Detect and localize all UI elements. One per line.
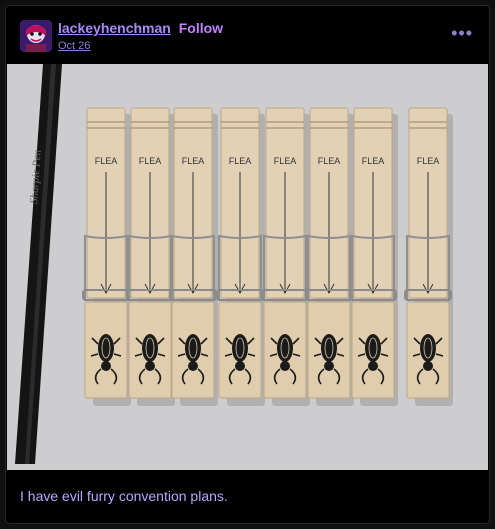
clothespin: FLEA <box>404 107 453 406</box>
avatar[interactable] <box>20 20 52 52</box>
clothespin: FLEA <box>169 107 218 406</box>
clip-label: FLEA <box>95 156 118 166</box>
clip-label: FLEA <box>274 156 297 166</box>
clip-label: FLEA <box>362 156 385 166</box>
post-date-link[interactable]: Oct 26 <box>58 40 90 52</box>
clothespin: FLEA <box>126 107 175 406</box>
clothespin: FLEA <box>349 107 398 406</box>
clip-label: FLEA <box>229 156 252 166</box>
clip-label: FLEA <box>417 156 440 166</box>
post-card: lackeyhenchman Follow Oct 26 ••• Sharpie… <box>5 5 490 524</box>
ellipsis-icon[interactable]: ••• <box>451 24 473 42</box>
post-header: lackeyhenchman Follow Oct 26 ••• <box>6 6 489 64</box>
clothespin: FLEA <box>261 107 310 406</box>
user-line: lackeyhenchman Follow <box>58 20 223 36</box>
follow-button[interactable]: Follow <box>179 20 223 36</box>
post-photo[interactable]: Sharpie Pen FLEA FLEA FLEA FLEA FLEA FLEA FLEA… <box>7 64 488 470</box>
clip-label: FLEA <box>318 156 341 166</box>
clip-label: FLEA <box>139 156 162 166</box>
clothespin: FLEA <box>216 107 265 406</box>
clothespins: FLEA FLEA FLEA FLEA FLEA FLEA FLEA FLEA <box>82 107 453 406</box>
username-link[interactable]: lackeyhenchman <box>58 20 171 36</box>
clothespin: FLEA <box>82 107 131 406</box>
clothespin: FLEA <box>305 107 354 406</box>
clip-label: FLEA <box>182 156 205 166</box>
post-caption: I have evil furry convention plans. <box>20 488 228 504</box>
